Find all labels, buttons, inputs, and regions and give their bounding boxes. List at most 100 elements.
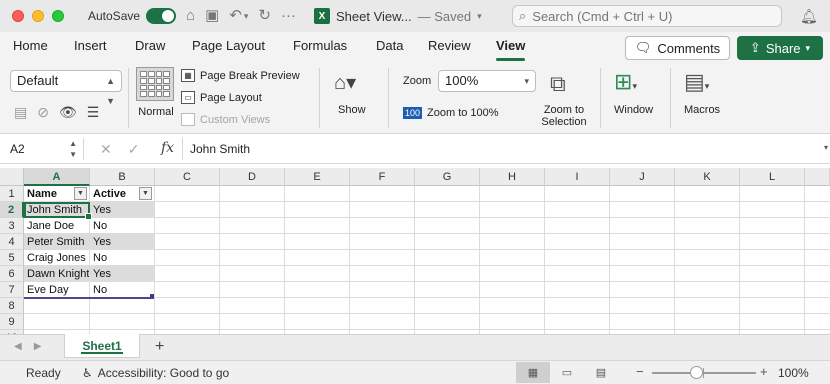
filter-dropdown-icon[interactable]: ▼	[139, 187, 152, 200]
page-break-status-button[interactable]: ▤	[584, 362, 618, 383]
table-cell[interactable]: Peter Smith	[24, 234, 89, 250]
column-header-h[interactable]: H	[480, 168, 545, 186]
column-header-i[interactable]: I	[545, 168, 610, 186]
search-input[interactable]	[532, 8, 763, 24]
table-cell[interactable]: Craig Jones	[24, 250, 89, 266]
table-cell[interactable]: Eve Day	[24, 282, 89, 298]
document-name: Sheet View...	[335, 8, 412, 24]
page-layout-status-button[interactable]: ▭	[550, 362, 584, 383]
close-window-button[interactable]	[12, 10, 24, 22]
tab-home[interactable]: Home	[13, 38, 48, 53]
zoom-window-button[interactable]	[52, 10, 64, 22]
column-header-k[interactable]: K	[675, 168, 740, 186]
table-cell[interactable]: No	[90, 250, 154, 266]
select-all-corner[interactable]	[0, 168, 24, 186]
exit-view-icon[interactable]: ⊘	[37, 104, 49, 121]
keep-view-icon[interactable]: ▤	[14, 104, 27, 121]
formula-input[interactable]: John Smith	[190, 142, 250, 156]
tab-review[interactable]: Review	[428, 38, 471, 53]
table-cell[interactable]: Yes	[90, 234, 154, 250]
row-header-6[interactable]: 6	[0, 266, 24, 282]
filter-dropdown-icon[interactable]: ▼	[74, 187, 87, 200]
show-icon[interactable]: ⌂▾	[334, 70, 356, 95]
column-header-b[interactable]: B	[90, 168, 155, 186]
more-icon[interactable]: ···	[281, 8, 296, 24]
custom-views-button[interactable]: Custom Views	[181, 113, 270, 126]
save-icon[interactable]: ▣	[205, 8, 219, 24]
sheet-view-select[interactable]: Default ▲ ▼	[10, 70, 122, 106]
table-cell[interactable]: Dawn Knight	[24, 266, 89, 282]
add-sheet-button[interactable]: +	[155, 338, 164, 356]
table-cell[interactable]: Yes	[90, 202, 154, 218]
row-header-3[interactable]: 3	[0, 218, 24, 234]
share-button[interactable]: ⇪ Share ▾	[737, 36, 823, 60]
tab-insert[interactable]: Insert	[74, 38, 107, 53]
zoom-to-100-button[interactable]: 100 Zoom to 100%	[403, 107, 499, 119]
next-sheet-icon[interactable]: ▶	[34, 341, 42, 352]
notifications-bell-icon[interactable]: 🔔︎	[800, 8, 818, 25]
tab-page-layout[interactable]: Page Layout	[192, 38, 265, 53]
tab-formulas[interactable]: Formulas	[293, 38, 347, 53]
options-list-icon[interactable]: ☰	[87, 104, 100, 121]
table-cell[interactable]: Yes	[90, 266, 154, 282]
column-header-e[interactable]: E	[285, 168, 350, 186]
tab-view[interactable]: View	[496, 38, 526, 61]
row-header-4[interactable]: 4	[0, 234, 24, 250]
window-icon[interactable]: ⊞▾	[614, 69, 637, 95]
accessibility-status[interactable]: ♿︎ Accessibility: Good to go	[82, 366, 229, 380]
new-view-icon[interactable]: 👁︎	[59, 104, 77, 121]
zoom-out-button[interactable]: −	[636, 364, 644, 379]
row-header-9[interactable]: 9	[0, 314, 24, 330]
table-cell[interactable]: No	[90, 218, 154, 234]
autosave-toggle[interactable]	[146, 8, 177, 24]
table-cell[interactable]: No	[90, 282, 154, 298]
ribbon-view-panel: Default ▲ ▼ ▤ ⊘ 👁︎ ☰ Normal ▦ Page Break …	[0, 62, 830, 134]
active-cell-selection[interactable]	[24, 202, 92, 220]
page-layout-button[interactable]: ▭ Page Layout	[181, 91, 262, 104]
name-box[interactable]: A2 ▲ ▼	[4, 138, 84, 160]
zoom-slider-track[interactable]	[652, 372, 756, 374]
search-box[interactable]: ⌕	[512, 5, 782, 27]
table-cell[interactable]: Jane Doe	[24, 218, 89, 234]
row-header-7[interactable]: 7	[0, 282, 24, 298]
custom-views-icon	[181, 113, 195, 126]
redo-icon[interactable]: ↻	[258, 8, 271, 24]
page-break-preview-button[interactable]: ▦ Page Break Preview	[181, 69, 300, 82]
column-header-a[interactable]: A	[24, 168, 90, 186]
column-header-l[interactable]: L	[740, 168, 805, 186]
row-header-1[interactable]: 1	[0, 186, 24, 202]
zoom-slider-handle[interactable]	[690, 366, 703, 379]
column-header-d[interactable]: D	[220, 168, 285, 186]
row-header-8[interactable]: 8	[0, 298, 24, 314]
zoom-percent[interactable]: 100%	[778, 366, 809, 380]
tab-data[interactable]: Data	[376, 38, 403, 53]
column-header-j[interactable]: J	[610, 168, 675, 186]
sheet-tab-sheet1[interactable]: Sheet1	[64, 334, 140, 358]
normal-view-status-button[interactable]: ▦	[516, 362, 550, 383]
undo-menu-chevron-icon[interactable]: ▾	[244, 8, 249, 24]
confirm-formula-icon[interactable]: ✓	[128, 141, 140, 158]
home-icon[interactable]: ⌂	[186, 8, 195, 24]
normal-view-button[interactable]	[136, 67, 174, 101]
expand-formula-chevron-icon[interactable]: ▾	[824, 143, 828, 152]
column-header-c[interactable]: C	[155, 168, 220, 186]
column-header-g[interactable]: G	[415, 168, 480, 186]
row-header-5[interactable]: 5	[0, 250, 24, 266]
column-header-f[interactable]: F	[350, 168, 415, 186]
zoom-to-selection-icon[interactable]: ⧉	[550, 71, 566, 97]
comments-button[interactable]: 🗨︎ Comments	[625, 36, 730, 60]
macros-icon[interactable]: ▤▾	[684, 69, 709, 95]
insert-function-button[interactable]: fx	[161, 140, 174, 156]
document-title[interactable]: X Sheet View... — Saved ▾	[313, 8, 482, 24]
zoom-select[interactable]: 100% ▾	[438, 70, 536, 92]
page-icon: ▭	[561, 367, 573, 379]
table-resize-handle[interactable]	[150, 294, 154, 298]
tab-draw[interactable]: Draw	[135, 38, 165, 53]
row-header-2[interactable]: 2	[0, 202, 24, 218]
minimize-window-button[interactable]	[32, 10, 44, 22]
undo-icon[interactable]: ↶	[229, 8, 242, 24]
zoom-in-button[interactable]: +	[760, 364, 768, 379]
cancel-formula-icon[interactable]: ✕	[100, 141, 112, 158]
worksheet-grid[interactable]: ABCDEFGHIJKL12345678910Name▼Active▼John …	[0, 164, 830, 334]
previous-sheet-icon[interactable]: ◀	[14, 341, 22, 352]
